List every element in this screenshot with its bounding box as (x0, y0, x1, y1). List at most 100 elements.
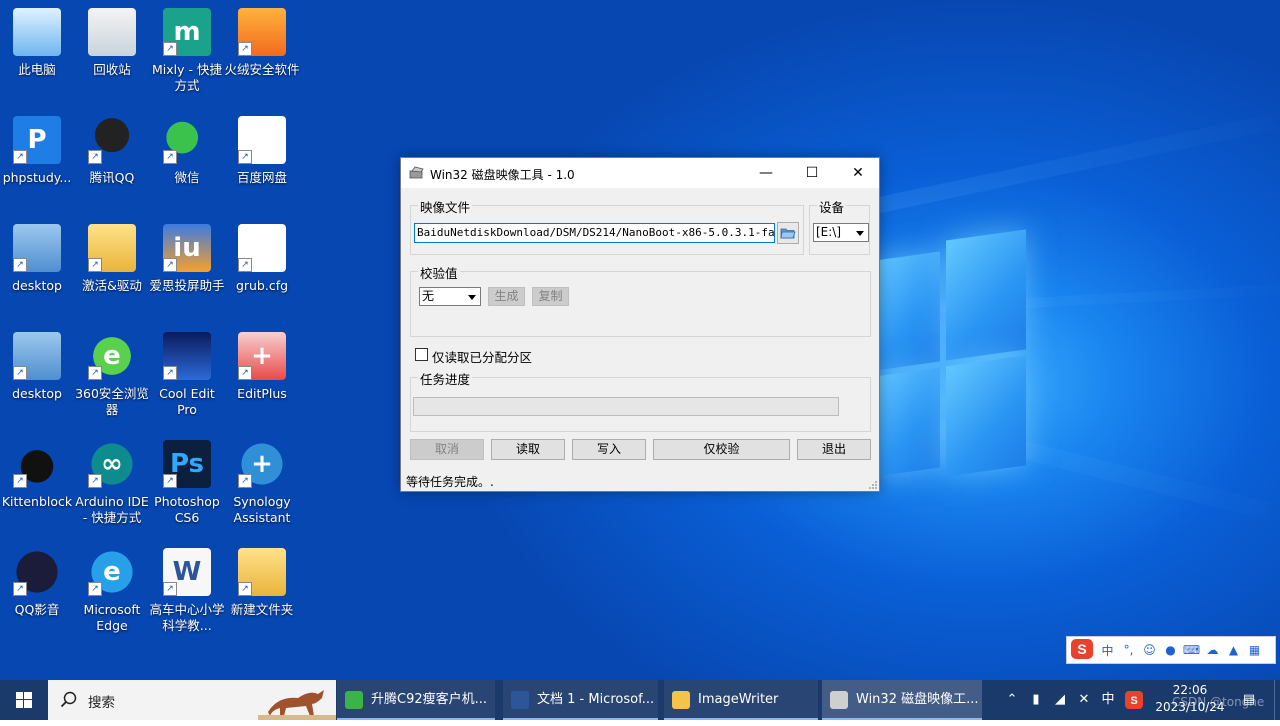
disk-imager-window[interactable]: Win32 磁盘映像工具 - 1.0 — ☐ ✕ 映像文件 BaiduNetdi… (400, 157, 880, 492)
desktop-icon[interactable]: ↗ desktop (0, 224, 75, 294)
read-button[interactable]: 读取 (491, 439, 565, 460)
shortcut-arrow-icon: ↗ (238, 258, 252, 272)
shortcut-arrow-icon: ↗ (88, 582, 102, 596)
shortcut-arrow-icon: ↗ (13, 258, 27, 272)
device-select[interactable]: [E:\] (813, 223, 869, 242)
exit-button[interactable]: 退出 (797, 439, 871, 460)
file-icon: ↗ (238, 224, 286, 272)
menu-grid-icon[interactable]: ▦ (1244, 643, 1265, 657)
input-method-indicator[interactable]: 中 (1096, 680, 1120, 720)
shortcut-arrow-icon: ↗ (13, 582, 27, 596)
desktop-icon[interactable]: m ↗ Mixly - 快捷方式 (149, 8, 225, 94)
desktop-icon-label: desktop (12, 278, 62, 293)
desktop-icon[interactable]: P ↗ phpstudy... (0, 116, 75, 186)
hash-type-select[interactable]: 无 (419, 287, 481, 306)
desktop-icon[interactable]: ↗ 激活&驱动 (74, 224, 150, 294)
shirt-icon[interactable]: ▲ (1223, 643, 1244, 657)
desktop-icon[interactable]: e ↗ Microsoft Edge (74, 548, 150, 634)
taskbar-app-label: 升腾C92瘦客户机... (371, 692, 488, 707)
emoji-icon[interactable]: ☺ (1139, 643, 1160, 657)
cancel-button[interactable]: 取消 (410, 439, 484, 460)
desktop-icon[interactable]: 此电脑 (0, 8, 75, 78)
sogou-tray-icon[interactable]: S (1122, 680, 1146, 720)
ime-mode-label[interactable]: 中 (1097, 642, 1118, 659)
sogou-logo-icon[interactable]: S (1067, 638, 1097, 663)
skin-icon[interactable]: ☁ (1202, 643, 1223, 657)
tray-overflow-icon[interactable]: ⌃ (1000, 680, 1024, 720)
status-text: 等待任务完成。. (406, 475, 494, 489)
desktop-icon[interactable]: ↗ Cool Edit Pro (149, 332, 225, 418)
shortcut-arrow-icon: ↗ (13, 366, 27, 380)
desktop-icon-label: 360安全浏览器 (75, 386, 149, 417)
voice-icon[interactable]: ● (1160, 643, 1181, 657)
svg-text:S: S (1130, 695, 1137, 707)
desktop-icon[interactable]: ↗ 微信 (149, 116, 225, 186)
close-button[interactable]: ✕ (835, 158, 881, 188)
desktop-icon[interactable]: 回收站 (74, 8, 150, 78)
network-icon[interactable]: ◢ (1048, 680, 1072, 720)
disk-imager-icon (830, 691, 848, 709)
desktop-icon[interactable]: Ps ↗ Photoshop CS6 (149, 440, 225, 526)
desktop-icon[interactable]: ↗ QQ影音 (0, 548, 75, 618)
verify-only-button[interactable]: 仅校验 (653, 439, 790, 460)
desktop-icon[interactable]: W ↗ 高车中心小学科学教... (149, 548, 225, 634)
search-icon (60, 691, 77, 708)
folder-icon (672, 691, 690, 709)
desktop-icon[interactable]: ↗ Kittenblock (0, 440, 75, 510)
device-label: 设备 (817, 197, 847, 216)
settings-file-icon: ↗ (13, 332, 61, 380)
start-button[interactable] (0, 680, 48, 720)
read-only-allocated-checkbox[interactable] (415, 348, 428, 361)
volume-muted-icon[interactable]: ✕ (1072, 680, 1096, 720)
taskbar-search-box[interactable]: 搜索 (48, 680, 336, 720)
write-button[interactable]: 写入 (572, 439, 646, 460)
desktop-icon[interactable]: ↗ 腾讯QQ (74, 116, 150, 186)
watermark: CSDN @tonghe (1172, 695, 1265, 709)
desktop-icon-label: Kittenblock (1, 494, 73, 509)
chevron-down-icon (856, 231, 864, 236)
desktop-icon[interactable]: ↗ 火绒安全软件 (224, 8, 300, 78)
task-progress-bar (413, 397, 839, 416)
horse-doodle-icon (258, 690, 336, 720)
taskbar-app[interactable]: 文档 1 - Microsof... (503, 680, 658, 720)
ime-toolbar[interactable]: S 中 °, ☺ ● ⌨ ☁ ▲ ▦ (1066, 636, 1276, 664)
desktop-icon[interactable]: ∞ ↗ Arduino IDE - 快捷方式 (74, 440, 150, 526)
battery-icon[interactable]: ▮ (1024, 680, 1048, 720)
desktop-icon-label: 此电脑 (18, 62, 56, 77)
desktop-icon[interactable]: + ↗ EditPlus (224, 332, 300, 402)
desktop-icon-label: 腾讯QQ (89, 170, 135, 185)
read-only-allocated-label: 仅读取已分配分区 (432, 350, 533, 365)
desktop-icon-label: 百度网盘 (236, 170, 287, 185)
keyboard-icon[interactable]: ⌨ (1181, 643, 1202, 657)
folder-open-icon (780, 228, 796, 239)
generate-button[interactable]: 生成 (488, 287, 525, 306)
image-file-input[interactable]: BaiduNetdiskDownload/DSM/DS214/NanoBoot-… (414, 223, 775, 243)
taskbar-app[interactable]: 升腾C92瘦客户机... (337, 680, 495, 720)
copy-button[interactable]: 复制 (532, 287, 569, 306)
minimize-button[interactable]: — (743, 158, 789, 188)
desktop-icon[interactable]: e ↗ 360安全浏览器 (74, 332, 150, 418)
desktop-icon[interactable]: ↗ 百度网盘 (224, 116, 300, 186)
desktop-icon-label: desktop (12, 386, 62, 401)
photoshop-icon: Ps ↗ (163, 440, 211, 488)
wechat-icon: ↗ (163, 116, 211, 164)
window-titlebar[interactable]: Win32 磁盘映像工具 - 1.0 — ☐ ✕ (401, 158, 879, 188)
maximize-button[interactable]: ☐ (789, 158, 835, 188)
desktop-icon[interactable]: ↗ grub.cfg (224, 224, 300, 294)
desktop-icon[interactable]: + ↗ Synology Assistant (224, 440, 300, 526)
desktop-icon-label: 激活&驱动 (82, 278, 142, 293)
desktop-icon-label: 火绒安全软件 (224, 62, 300, 77)
taskbar-app[interactable]: Win32 磁盘映像工... (822, 680, 982, 720)
taskbar-app[interactable]: ImageWriter (664, 680, 818, 720)
resize-grip-icon[interactable] (869, 481, 878, 490)
desktop-icon[interactable]: ↗ desktop (0, 332, 75, 402)
desktop-icon[interactable]: iu ↗ 爱思投屏助手 (149, 224, 225, 294)
desktop-icon[interactable]: ↗ 新建文件夹 (224, 548, 300, 618)
chevron-down-icon (468, 295, 476, 300)
taskbar-app-label: Win32 磁盘映像工... (856, 692, 979, 707)
window-title: Win32 磁盘映像工具 - 1.0 (430, 168, 575, 182)
browse-folder-button[interactable] (777, 222, 799, 244)
punctuation-icon[interactable]: °, (1118, 643, 1139, 657)
desktop-icon-label: Photoshop CS6 (154, 494, 220, 525)
show-desktop-button[interactable] (1274, 680, 1280, 720)
